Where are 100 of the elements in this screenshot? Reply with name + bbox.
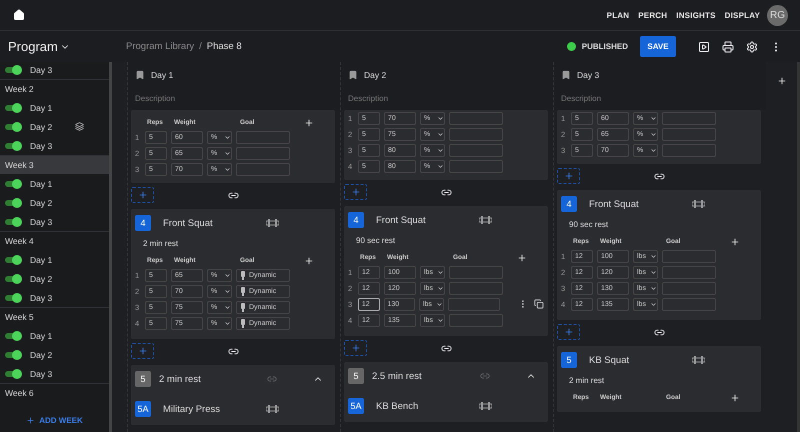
breadcrumb-link[interactable]: Program Library: [126, 41, 194, 52]
day-switch[interactable]: [4, 64, 22, 74]
description-field[interactable]: Description: [348, 88, 553, 108]
caret-icon: [437, 284, 444, 292]
goal-field[interactable]: [236, 130, 290, 144]
day-switch[interactable]: [4, 216, 22, 226]
goal-field[interactable]: [662, 128, 716, 140]
add-button[interactable]: [131, 343, 154, 359]
day-item[interactable]: Day 1: [30, 330, 75, 340]
caret-icon: [437, 130, 444, 138]
barbell-icon: [479, 402, 492, 410]
nav-link[interactable]: PLAN: [606, 10, 630, 20]
exercise-number: 5A: [135, 401, 151, 417]
goal-field[interactable]: [449, 160, 503, 172]
barbell-icon: [266, 405, 279, 413]
caret-icon: [436, 300, 442, 308]
goal-field[interactable]: [449, 266, 503, 278]
exercise-number: 4: [135, 215, 151, 231]
add-week-button[interactable]: ADD WEEK: [0, 410, 109, 430]
day-switch[interactable]: [4, 122, 22, 132]
day-item[interactable]: Day 2: [30, 198, 75, 208]
exercise-name: Front Squat: [163, 218, 214, 228]
day-switch[interactable]: [4, 330, 22, 340]
week-item[interactable]: Week 6: [0, 383, 109, 402]
week-item[interactable]: Week 4: [0, 231, 109, 250]
goal-field[interactable]: [449, 144, 503, 156]
add-icon[interactable]: [304, 256, 314, 266]
add-button[interactable]: [344, 184, 367, 200]
caret-icon: [224, 272, 231, 278]
add-button[interactable]: [344, 340, 367, 356]
day-switch[interactable]: [4, 140, 22, 150]
caret-icon: [650, 268, 657, 276]
day-switch[interactable]: [4, 102, 22, 112]
add-icon[interactable]: [304, 118, 314, 128]
day-item[interactable]: Day 1: [30, 102, 75, 112]
day-item[interactable]: Day 2: [30, 350, 75, 360]
day-item[interactable]: Day 1: [30, 178, 75, 188]
day-title: Day 2: [364, 70, 386, 80]
rest-label: 2.5 min rest: [372, 370, 423, 382]
goal-field[interactable]: [662, 298, 716, 310]
day-switch[interactable]: [4, 254, 22, 264]
day-switch[interactable]: [4, 368, 22, 378]
day-item[interactable]: Day 2: [30, 122, 75, 132]
goal-field[interactable]: [449, 282, 503, 294]
goal-field[interactable]: [236, 146, 290, 160]
day-item[interactable]: Day 3: [30, 64, 75, 74]
caret-icon: [650, 146, 657, 154]
nav-link[interactable]: INSIGHTS: [676, 10, 716, 20]
copy-icon[interactable]: [534, 299, 544, 309]
day-switch[interactable]: [4, 350, 22, 360]
description-field[interactable]: Description: [135, 88, 340, 108]
user-avatar[interactable]: RG: [767, 4, 788, 26]
day-item[interactable]: Day 3: [30, 216, 75, 226]
goal-field[interactable]: [662, 266, 716, 278]
rest-label: 90 sec rest: [569, 220, 610, 229]
day-item[interactable]: Day 1: [30, 254, 75, 264]
caret-icon: [224, 320, 231, 326]
preview-icon[interactable]: [698, 40, 710, 52]
goal-field[interactable]: [662, 250, 716, 262]
exercise-number: 5A: [348, 398, 364, 414]
save-button[interactable]: SAVE: [640, 36, 676, 57]
day-item[interactable]: Day 3: [30, 368, 75, 378]
goal-field[interactable]: [662, 112, 716, 124]
day-switch[interactable]: [4, 274, 22, 284]
goal-field[interactable]: [662, 144, 716, 156]
day-switch[interactable]: [4, 198, 22, 208]
add-icon[interactable]: [517, 252, 527, 262]
program-menu[interactable]: Program: [8, 39, 126, 54]
settings-icon[interactable]: [746, 40, 758, 52]
goal-field[interactable]: [236, 162, 290, 176]
day-switch[interactable]: [4, 178, 22, 188]
barbell-icon: [479, 216, 492, 224]
description-field[interactable]: Description: [561, 88, 766, 108]
goal-field[interactable]: [449, 112, 503, 124]
nav-link[interactable]: PERCH: [638, 10, 668, 20]
add-icon[interactable]: [730, 392, 740, 402]
goal-field[interactable]: [448, 298, 500, 310]
day-item[interactable]: Day 3: [30, 140, 75, 150]
caret-icon: [650, 252, 657, 260]
goal-field[interactable]: [449, 128, 503, 140]
day-switch[interactable]: [4, 292, 22, 302]
add-day-icon[interactable]: [776, 76, 786, 86]
add-button[interactable]: [131, 187, 154, 203]
day-item[interactable]: Day 2: [30, 274, 75, 284]
kettlebell-icon: [240, 302, 246, 312]
goal-field[interactable]: [662, 282, 716, 294]
day-item[interactable]: Day 3: [30, 292, 75, 302]
week-item[interactable]: Week 5: [0, 307, 109, 326]
add-button[interactable]: [557, 168, 580, 184]
print-icon[interactable]: [722, 40, 734, 52]
group-number: 5: [348, 368, 364, 384]
add-icon[interactable]: [730, 236, 740, 246]
add-button[interactable]: [557, 324, 580, 340]
goal-field[interactable]: [449, 314, 503, 326]
week-item[interactable]: Week 3: [0, 155, 109, 174]
exercise-number: 5: [561, 352, 577, 368]
nav-link[interactable]: DISPLAY: [724, 10, 760, 20]
barbell-icon: [692, 356, 705, 364]
week-item[interactable]: Week 2: [0, 79, 109, 98]
home-icon[interactable]: [13, 9, 25, 21]
